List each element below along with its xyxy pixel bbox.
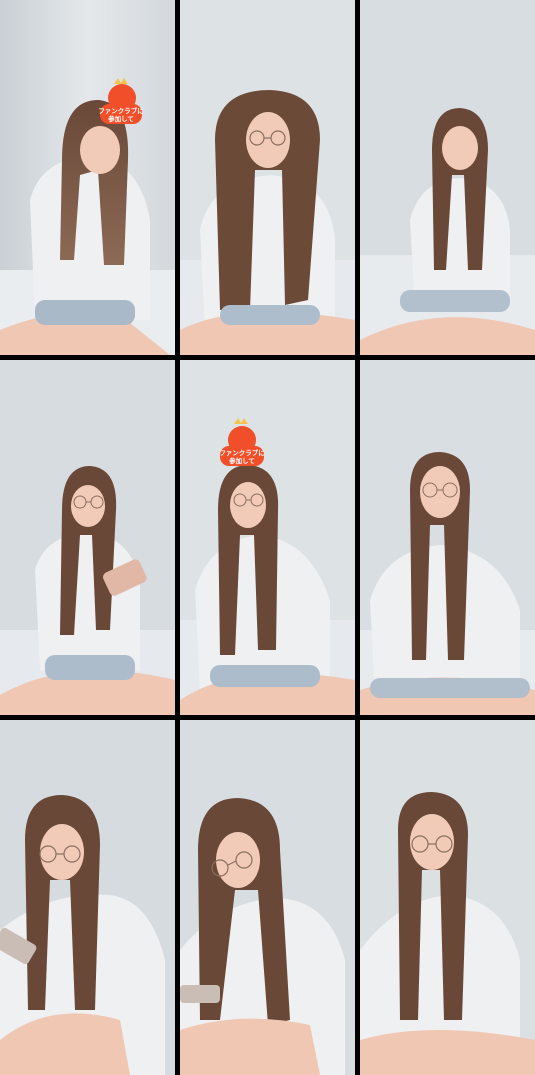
frame-r1c1: ファンクラブに 参加して (0, 0, 175, 355)
frame-r3c1 (0, 720, 175, 1075)
frame-r1c2 (180, 0, 355, 355)
frame-r3c3 (360, 720, 535, 1075)
sticker-text-1: ファンクラブに (219, 448, 265, 457)
face (442, 126, 478, 170)
frame-r3c2 (180, 720, 355, 1075)
sticker-text-2: 参加して (229, 456, 255, 465)
frame-r2c3 (360, 360, 535, 715)
sticker-text-1: ファンクラブに (98, 106, 144, 115)
face (40, 824, 84, 880)
frame-r2c1 (0, 360, 175, 715)
face (80, 126, 120, 174)
face (410, 814, 454, 870)
shorts (35, 300, 135, 325)
shirt (30, 155, 150, 320)
face (246, 112, 290, 168)
photo-grid: ファンクラブに 参加して ファンクラブに 参加して (0, 0, 535, 1075)
face (420, 466, 460, 518)
frame-r2c2: ファンクラブに 参加して (180, 360, 355, 715)
frame-r1c3 (360, 0, 535, 355)
sticker-text-2: 参加して (108, 114, 134, 123)
phone (180, 985, 220, 1003)
